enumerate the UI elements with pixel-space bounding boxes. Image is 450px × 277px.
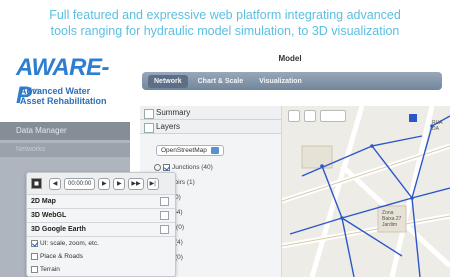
option-ui-scale[interactable]: UI: scale, zoom, etc.: [27, 237, 175, 250]
headline-line-2: tools ranging for hydraulic model simula…: [50, 24, 400, 38]
tagline: Advanced Water Asset Rehabilitation: [20, 86, 107, 106]
sidebar-header[interactable]: Data Manager: [0, 122, 130, 140]
visualization-panel: ◀ 00:00:00 ▶ ▶ ▶▶ ▶| 2D Map 3D WebGL 3D …: [26, 172, 176, 277]
play-button[interactable]: ▶: [113, 177, 126, 190]
tab-bar: Network Chart & Scale Visualization: [142, 72, 442, 90]
time-display: 00:00:00: [64, 177, 96, 190]
grid-icon[interactable]: [31, 178, 42, 189]
checkbox-icon[interactable]: [31, 252, 38, 260]
checkbox-icon[interactable]: [31, 265, 38, 273]
expand-icon[interactable]: [160, 197, 169, 206]
brand-area: AWARE-P» Advanced Water Asset Rehabilita…: [0, 48, 130, 122]
playback-toolbar: ◀ 00:00:00 ▶ ▶ ▶▶ ▶|: [27, 173, 175, 195]
app-window: AWARE-P» Advanced Water Asset Rehabilita…: [0, 48, 450, 277]
menu-2d-map[interactable]: 2D Map: [27, 195, 175, 209]
menu-3d-google-earth[interactable]: 3D Google Earth: [27, 223, 175, 237]
step-forward-button[interactable]: ▶: [98, 177, 111, 190]
skip-end-button[interactable]: ▶|: [146, 177, 159, 190]
expand-icon[interactable]: [160, 225, 169, 234]
tab-visualization[interactable]: Visualization: [253, 75, 308, 88]
headline-line-1: Full featured and expressive web platfor…: [49, 8, 401, 22]
menu-3d-webgl[interactable]: 3D WebGL: [27, 209, 175, 223]
option-terrain[interactable]: Terrain: [27, 263, 175, 276]
page-title: Model: [278, 54, 302, 63]
sidebar-item-networks[interactable]: Networks: [0, 143, 130, 157]
tab-chart-scale[interactable]: Chart & Scale: [192, 75, 250, 88]
fast-forward-button[interactable]: ▶▶: [128, 177, 144, 190]
tab-network[interactable]: Network: [148, 74, 188, 88]
expand-icon[interactable]: [160, 211, 169, 220]
step-back-button[interactable]: ◀: [49, 177, 61, 190]
option-place-roads[interactable]: Place & Roads: [27, 250, 175, 263]
checkbox-icon[interactable]: [31, 239, 38, 247]
main-area: Model Network Chart & Scale Visualizatio…: [130, 48, 450, 277]
